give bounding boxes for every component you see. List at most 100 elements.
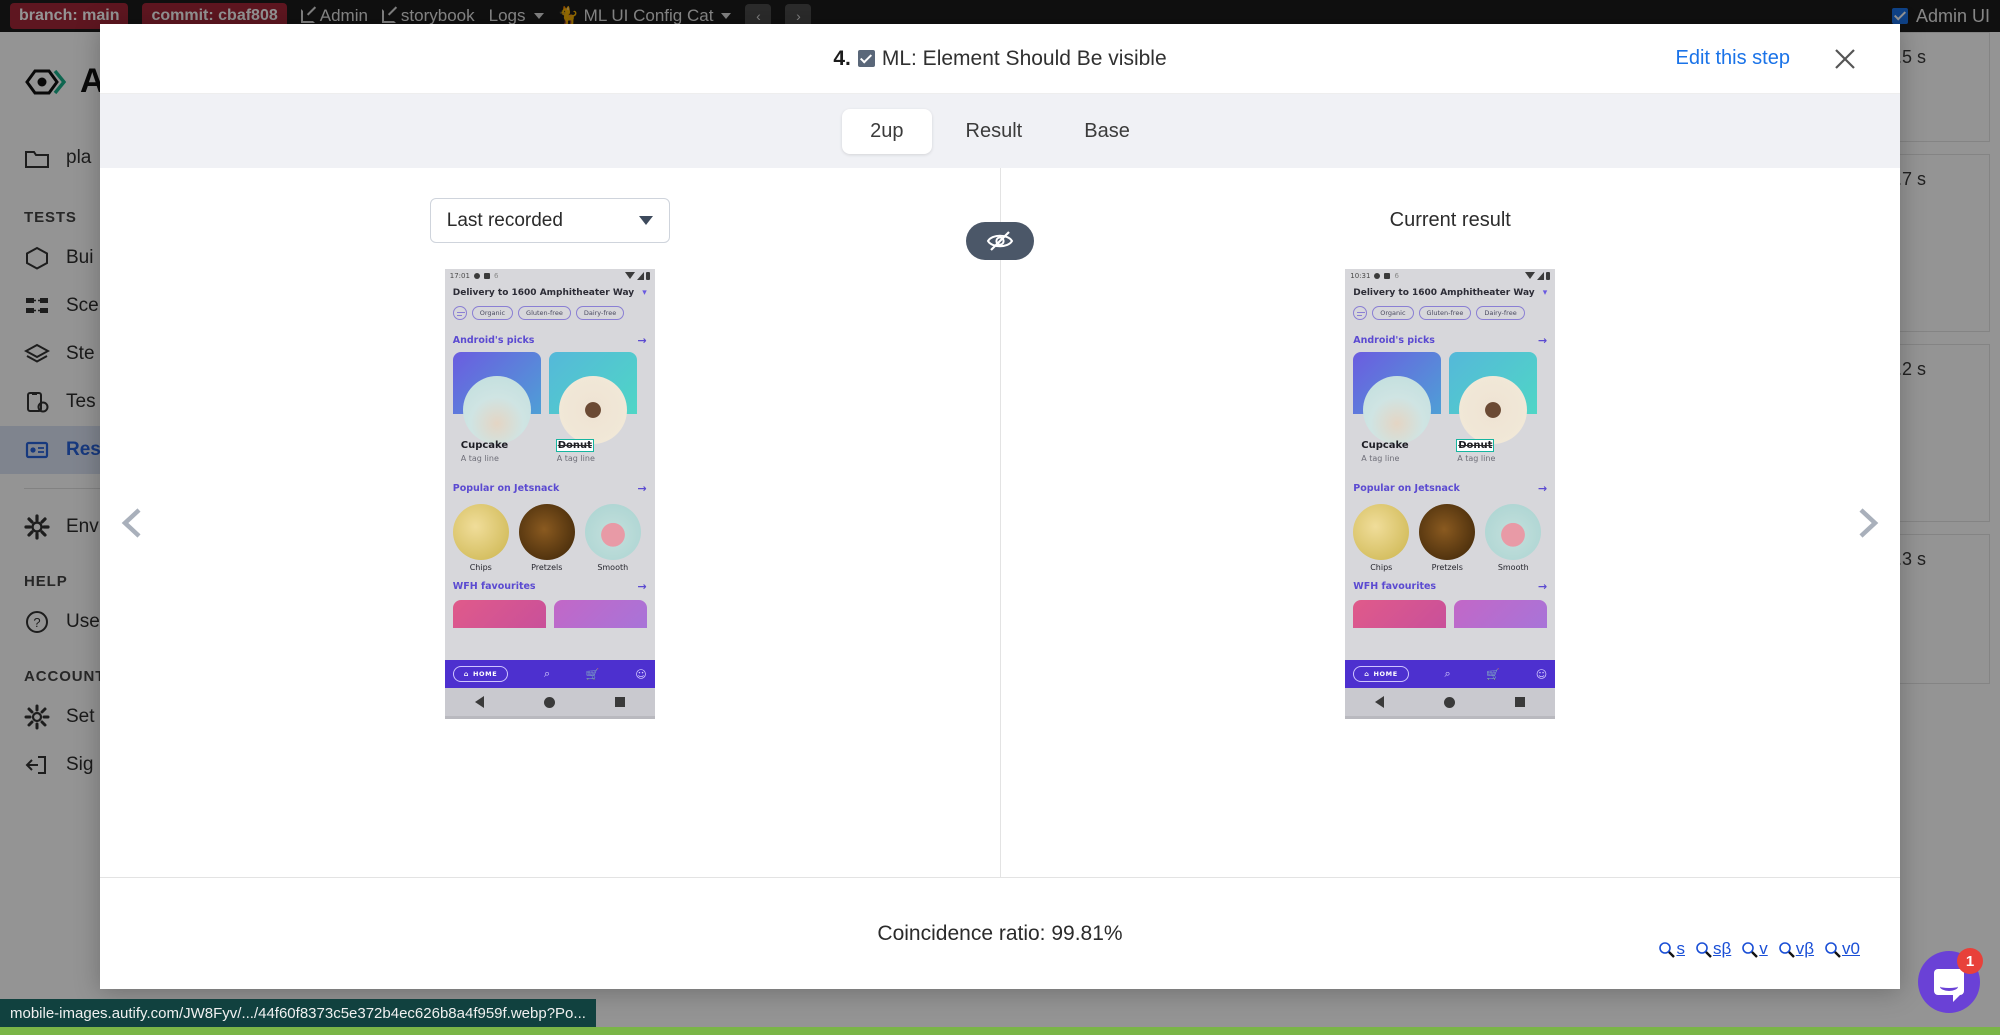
phone-bottom-nav: ⌂ HOME ⌕ 🛒 ☺ [1345,660,1556,688]
item-smoothies[interactable]: Smooth [1485,504,1542,572]
home-icon[interactable] [543,696,555,708]
section-title: Android's picks [1353,335,1435,346]
filter-chips-row: Organic Gluten-free Dairy-free [1345,304,1555,326]
chip-dairy-free[interactable]: Dairy-free [1476,306,1525,320]
home-icon: ⌂ [1364,670,1370,678]
item-image [1353,504,1410,560]
chevron-down-icon: ▾ [1542,288,1548,298]
zoom-link-s-beta-label: sβ [1712,939,1732,958]
nav-home-button[interactable]: ⌂ HOME [452,666,509,682]
card-image [558,376,627,444]
recents-icon[interactable] [1515,697,1526,707]
magnifier-icon [1825,941,1841,958]
close-button[interactable] [1828,42,1862,76]
filter-icon[interactable] [452,306,467,320]
wfh-card-row [1345,598,1555,628]
item-chips[interactable]: Chips [452,504,509,572]
step-checkbox[interactable] [857,50,875,67]
item-image [584,504,641,560]
card-cupcake[interactable]: Cupcake A tag line [1353,352,1442,474]
baseline-select[interactable]: Last recorded [429,198,670,243]
wfh-card[interactable] [1353,600,1447,628]
wfh-card[interactable] [553,600,647,628]
item-chips[interactable]: Chips [1353,504,1410,572]
status-misc-icon: 6 [1394,271,1399,280]
back-icon[interactable] [474,696,484,708]
card-image [462,376,531,444]
arrow-right-icon[interactable]: → [638,580,647,593]
arrow-right-icon[interactable]: → [1538,580,1547,593]
delivery-bar[interactable]: Delivery to 1600 Amphitheater Way ▾ [445,282,655,304]
delivery-bar[interactable]: Delivery to 1600 Amphitheater Way ▾ [1345,282,1555,304]
picks-card-row: Cupcake A tag line Donut A tag line [445,352,655,474]
arrow-right-icon[interactable]: → [638,334,647,347]
edit-this-step-link[interactable]: Edit this step [1675,47,1790,70]
current-result-label: Current result [1389,209,1511,231]
tab-2up[interactable]: 2up [842,108,932,154]
baseline-screenshot[interactable]: 17:01 6 Delivery to 1600 Amphitheater Wa… [444,269,655,719]
wfh-card-row [445,598,655,628]
current-result-screenshot[interactable]: 10:31 6 Delivery to 1600 Amphitheater Wa… [1345,269,1556,719]
zoom-link-v[interactable]: v [1741,939,1768,959]
magnifier-icon [1742,941,1759,958]
toggle-diff-overlay-button[interactable] [966,222,1034,260]
popular-items-row: Chips Pretzels Smooth [1345,500,1555,572]
chip-organic[interactable]: Organic [1372,306,1414,320]
zoom-link-v-beta[interactable]: vβ [1778,939,1814,959]
signal-icon [1537,271,1545,280]
chat-bubble-icon [1934,969,1964,1002]
card-title-highlighted: Donut [1456,439,1495,452]
arrow-right-icon[interactable]: → [1538,482,1547,495]
card-donut[interactable]: Donut A tag line [548,352,637,474]
android-system-nav [444,688,655,716]
section-wfh-favourites: WFH favourites → [1345,572,1555,598]
wfh-card[interactable] [452,600,546,628]
intercom-launcher[interactable]: 1 [1918,948,1983,1013]
zoom-links-group: s sβ v vβ v0 [1658,939,1860,959]
back-icon[interactable] [1375,696,1385,708]
search-icon[interactable]: ⌕ [1445,667,1451,681]
item-label: Chips [469,563,492,572]
zoom-link-v0-label: v0 [1842,939,1860,958]
step-comparison-modal: 4. ML: Element Should Be visible Edit th… [100,24,1900,989]
profile-icon[interactable]: ☺ [635,668,646,681]
zoom-link-v0[interactable]: v0 [1824,939,1860,959]
card-cupcake[interactable]: Cupcake A tag line [452,352,541,474]
cart-icon[interactable]: 🛒 [1486,668,1500,681]
item-smoothies[interactable]: Smooth [584,504,641,572]
nav-home-button[interactable]: ⌂ HOME [1353,666,1409,682]
battery-icon [1546,271,1551,280]
item-pretzels[interactable]: Pretzels [1419,504,1476,572]
arrow-right-icon[interactable]: → [1538,334,1547,347]
recents-icon[interactable] [614,697,625,707]
item-label: Smooth [1497,563,1529,572]
tab-result[interactable]: Result [938,109,1051,154]
chip-gluten-free[interactable]: Gluten-free [518,306,571,320]
browser-status-url: mobile-images.autify.com/JW8Fyv/.../44f6… [0,999,596,1027]
status-square-icon [483,272,490,279]
phone-status-time: 10:31 [1350,271,1371,280]
item-label: Chips [1370,563,1393,572]
chip-dairy-free[interactable]: Dairy-free [575,306,625,320]
view-mode-tabs: 2up Result Base [100,94,1900,168]
profile-icon[interactable]: ☺ [1536,668,1547,681]
home-icon[interactable] [1444,696,1456,708]
search-icon[interactable]: ⌕ [544,667,550,681]
phone-bottom-nav: ⌂ HOME ⌕ 🛒 ☺ [444,660,655,688]
cart-icon[interactable]: 🛒 [586,668,600,681]
chip-organic[interactable]: Organic [471,306,514,320]
filter-icon[interactable] [1353,306,1368,320]
arrow-right-icon[interactable]: → [638,482,647,495]
delivery-text: Delivery to 1600 Amphitheater Way [1353,288,1535,298]
chevron-down-icon: ▾ [642,288,647,298]
item-pretzels[interactable]: Pretzels [518,504,575,572]
tab-base[interactable]: Base [1056,109,1158,154]
zoom-link-s[interactable]: s [1658,939,1685,959]
card-donut[interactable]: Donut A tag line [1449,352,1538,474]
chip-gluten-free[interactable]: Gluten-free [1418,306,1472,320]
chevron-down-icon [638,216,653,225]
card-image [1363,376,1432,444]
wfh-card[interactable] [1454,600,1548,628]
zoom-link-s-beta[interactable]: sβ [1695,939,1731,959]
step-number: 4. [833,46,851,70]
